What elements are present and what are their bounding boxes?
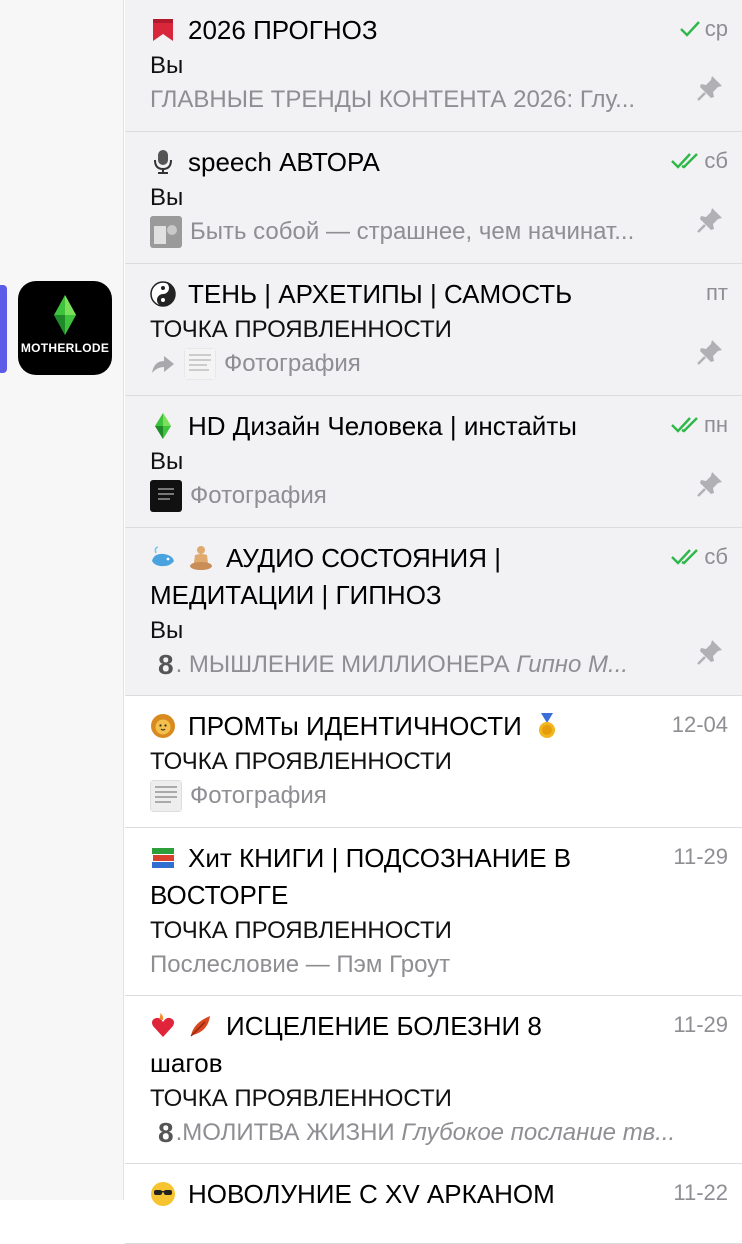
chat-item[interactable]: НОВОЛУНИЕ С XV АРКАНОМ 11-22 bbox=[125, 1164, 742, 1244]
chat-sender: Вы bbox=[150, 184, 184, 211]
pin-icon bbox=[697, 640, 722, 665]
folder-motherlode[interactable]: MOTHERLODE bbox=[18, 281, 112, 375]
chat-item[interactable]: speech АВТОРА Вы Быть собой — страшнее, … bbox=[125, 132, 742, 264]
pin-icon bbox=[697, 340, 722, 365]
chat-sender: ТОЧКА ПРОЯВЛЕННОСТИ bbox=[150, 748, 452, 775]
chat-item[interactable]: АУДИО СОСТОЯНИЯ | МЕДИТАЦИИ | ГИПНОЗ Вы … bbox=[125, 528, 742, 696]
microphone-icon bbox=[154, 150, 172, 174]
chat-title: ИСЦЕЛЕНИЕ БОЛЕЗНИ 8 bbox=[226, 1011, 542, 1041]
forward-icon bbox=[152, 356, 174, 373]
chat-item[interactable]: ТЕНЬ | АРХЕТИПЫ | САМОСТЬ ТОЧКА ПРОЯВЛЕН… bbox=[125, 264, 742, 396]
chat-preview: Послесловие — Пэм Гроут bbox=[150, 951, 451, 978]
chat-time: сб bbox=[704, 148, 728, 173]
chat-preview: 8 . МЫШЛЕНИЕ МИЛЛИОНЕРА Гипно М... bbox=[158, 649, 629, 680]
active-folder-indicator bbox=[0, 285, 7, 373]
meditation-icon bbox=[190, 546, 212, 570]
yin-yang-icon bbox=[150, 281, 176, 307]
chat-title: Хит КНИГИ | ПОДСОЗНАНИЕ В bbox=[188, 843, 572, 873]
green-gem-icon bbox=[54, 295, 76, 335]
chat-time: 11-22 bbox=[673, 1180, 728, 1205]
photo-thumbnail bbox=[150, 216, 182, 248]
chat-time: пн bbox=[703, 412, 728, 437]
chat-time: ср bbox=[704, 16, 728, 41]
photo-thumbnail bbox=[150, 480, 182, 512]
chat-preview: Фотография bbox=[150, 479, 726, 513]
photo-thumbnail bbox=[184, 348, 216, 380]
chat-sender: ТОЧКА ПРОЯВЛЕННОСТИ bbox=[150, 1085, 452, 1112]
whale-icon bbox=[152, 546, 174, 567]
chat-item[interactable]: 2026 ПРОГНОЗ Вы ГЛАВНЫЕ ТРЕНДЫ КОНТЕНТА … bbox=[125, 0, 742, 132]
chat-list[interactable]: 2026 ПРОГНОЗ Вы ГЛАВНЫЕ ТРЕНДЫ КОНТЕНТА … bbox=[125, 0, 742, 1244]
chat-preview: Фотография bbox=[150, 779, 726, 813]
single-check-icon bbox=[679, 21, 700, 37]
books-icon bbox=[152, 848, 174, 868]
photo-thumbnail bbox=[150, 780, 182, 812]
folder-sidebar: MOTHERLODE bbox=[0, 0, 124, 1200]
chat-time: 11-29 bbox=[673, 1012, 728, 1037]
chat-item[interactable]: HD Дизайн Человека | инстайты Вы Фотогра… bbox=[125, 396, 742, 528]
chat-item[interactable]: ИСЦЕЛЕНИЕ БОЛЕЗНИ 8 шагов ТОЧКА ПРОЯВЛЕН… bbox=[125, 996, 742, 1164]
chat-title: ТЕНЬ | АРХЕТИПЫ | САМОСТЬ bbox=[188, 279, 573, 309]
number-8-icon: 8 bbox=[158, 1117, 174, 1148]
chat-preview: Фотография bbox=[150, 347, 726, 381]
chat-sender: Вы bbox=[150, 52, 184, 79]
green-gem-icon bbox=[155, 413, 171, 439]
burning-heart-icon bbox=[152, 1013, 174, 1037]
number-8-icon: 8 bbox=[158, 649, 174, 680]
chat-title-line2: МЕДИТАЦИИ | ГИПНОЗ bbox=[150, 580, 442, 610]
chat-time: 12-04 bbox=[671, 712, 728, 737]
chat-title: speech АВТОРА bbox=[188, 147, 380, 177]
chat-preview: Быть собой — страшнее, чем начинат... bbox=[150, 215, 726, 249]
chat-sender: ТОЧКА ПРОЯВЛЕННОСТИ bbox=[150, 917, 452, 944]
chat-time: сб bbox=[704, 544, 728, 569]
double-check-icon bbox=[671, 417, 698, 433]
pin-icon bbox=[697, 208, 722, 233]
autumn-leaf-icon bbox=[190, 1016, 210, 1037]
chat-title: 2026 ПРОГНОЗ bbox=[188, 15, 378, 45]
chat-sender: ТОЧКА ПРОЯВЛЕННОСТИ bbox=[150, 316, 452, 343]
chat-sender: Вы bbox=[150, 617, 184, 644]
chat-title: HD Дизайн Человека | инстайты bbox=[188, 411, 577, 441]
pin-icon bbox=[697, 76, 722, 101]
chat-sender: Вы bbox=[150, 448, 184, 475]
chat-title: НОВОЛУНИЕ С XV АРКАНОМ bbox=[188, 1179, 555, 1209]
pin-icon bbox=[697, 472, 722, 497]
bookmark-icon bbox=[153, 19, 173, 41]
double-check-icon bbox=[671, 549, 699, 565]
chat-time: пт bbox=[706, 280, 728, 305]
gold-medal-icon bbox=[538, 713, 555, 738]
chat-title-line2: ВОСТОРГЕ bbox=[150, 880, 289, 910]
cool-face-icon bbox=[151, 1182, 175, 1206]
chat-time: 11-29 bbox=[673, 844, 728, 869]
chat-preview: 8 .МОЛИТВА ЖИЗНИ Глубокое послание тв... bbox=[158, 1117, 676, 1148]
chat-preview: ГЛАВНЫЕ ТРЕНДЫ КОНТЕНТА 2026: Глу... bbox=[150, 86, 636, 113]
lion-icon bbox=[151, 714, 175, 738]
chat-title: АУДИО СОСТОЯНИЯ | bbox=[226, 543, 501, 573]
double-check-icon bbox=[671, 153, 699, 169]
chat-title-line2: шагов bbox=[150, 1048, 223, 1078]
folder-label: MOTHERLODE bbox=[20, 341, 110, 355]
chat-item[interactable]: Хит КНИГИ | ПОДСОЗНАНИЕ В ВОСТОРГЕ ТОЧКА… bbox=[125, 828, 742, 996]
chat-title: ПРОМТы ИДЕНТИЧНОСТИ bbox=[188, 711, 522, 741]
chat-item[interactable]: ПРОМТы ИДЕНТИЧНОСТИ ТОЧКА ПРОЯВЛЕННОСТИ … bbox=[125, 696, 742, 828]
